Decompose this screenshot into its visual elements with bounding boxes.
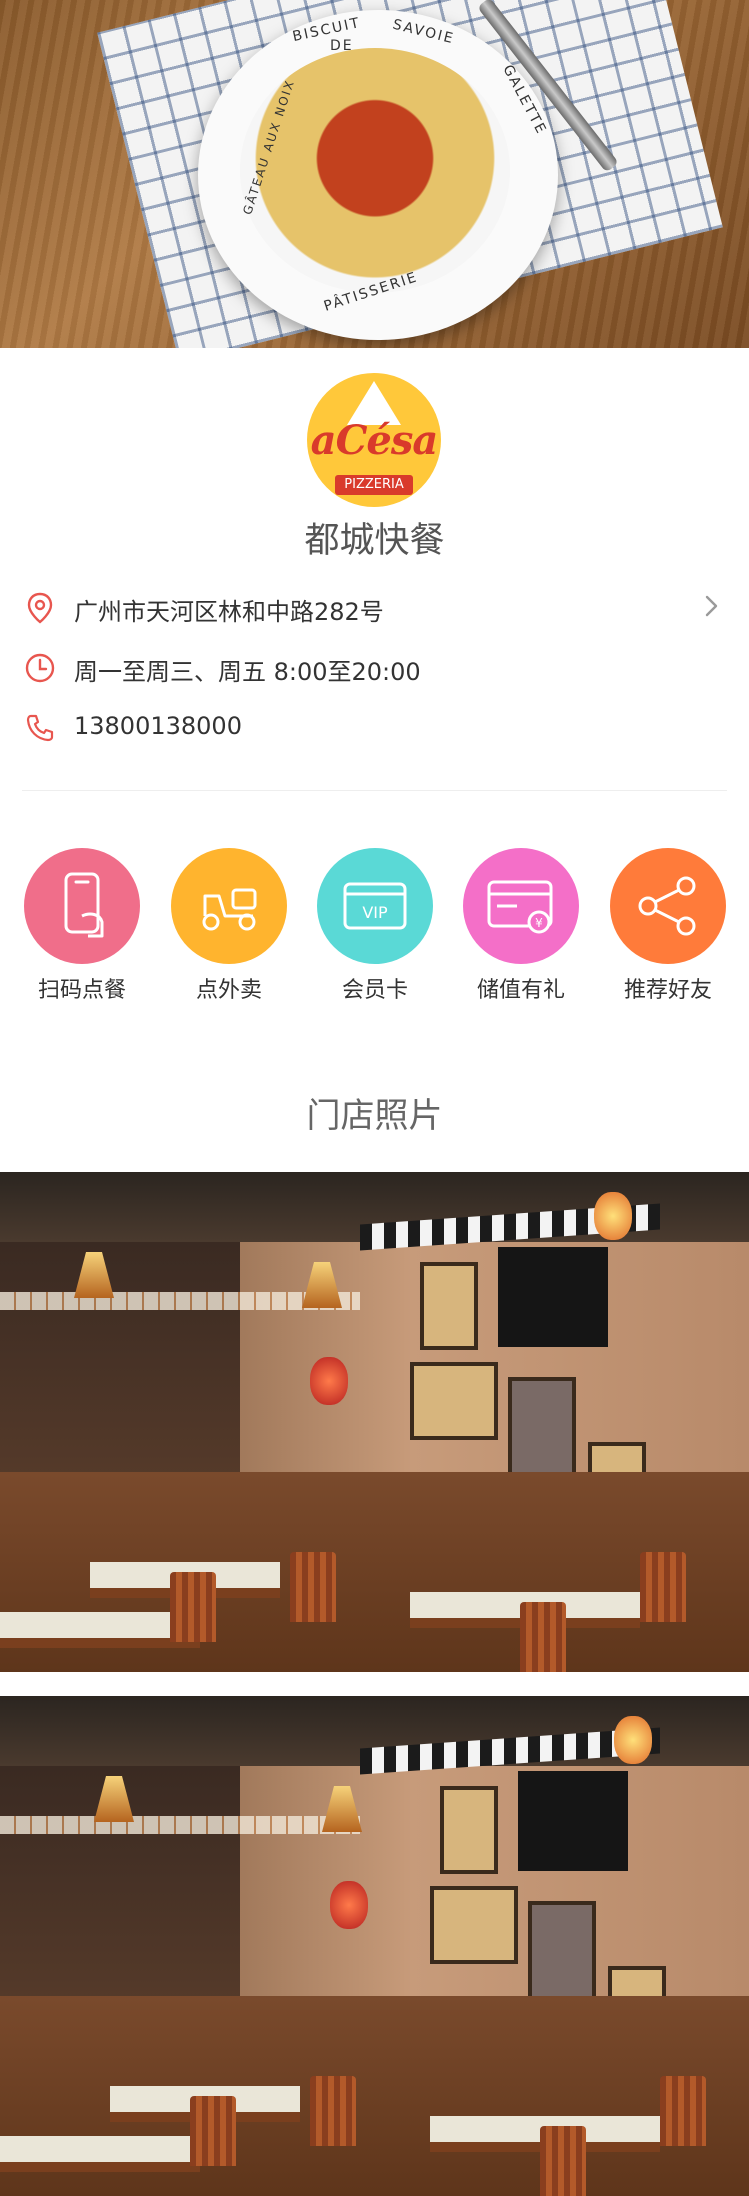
address-row[interactable]: 广州市天河区林和中路282号 [0,580,749,636]
feature-label: 会员卡 [341,978,408,1003]
location-pin-icon [27,592,53,624]
divider [22,790,727,791]
feature-circle [610,848,726,964]
feature-stored-value[interactable]: ¥ 储值有礼 [448,848,594,1008]
photo-frame [508,1377,576,1485]
store-photo[interactable] [0,1696,749,2196]
photo-lantern [330,1881,368,1929]
feature-circle: VIP [317,848,433,964]
phone-scan-icon [64,872,104,938]
photo-frame [430,1886,518,1964]
feature-circle [24,848,140,964]
photo-bunting [0,1816,360,1834]
phone-row[interactable]: 13800138000 [0,700,749,756]
feature-label: 推荐好友 [623,978,712,1003]
vip-text: VIP [362,903,388,922]
photo-chair [640,1552,686,1622]
store-logo: aCésa PIZZERIA [307,373,441,507]
photo-chair [520,1602,566,1672]
photo-tv [518,1771,628,1871]
vip-card-icon: VIP [343,882,407,930]
phone-icon [26,714,54,742]
scooter-icon [202,888,257,931]
logo-brand-text: aCésa [310,417,439,464]
photo-chair [660,2076,706,2146]
feature-label: 储值有礼 [476,978,565,1003]
clock-icon [25,653,55,683]
chevron-right-icon [705,595,718,617]
gift-card-icon: ¥ [487,880,553,934]
yen-text: ¥ [535,916,543,930]
store-page: BISCUIT DE SAVOIE GALETTE PÂTISSERIE GÂT… [0,0,749,2196]
photo-lantern [594,1192,632,1240]
feature-recommend-friends[interactable]: 推荐好友 [595,848,741,1008]
logo-subtext: PIZZERIA [335,475,413,495]
photo-chair [170,1572,216,1642]
feature-circle: ¥ [463,848,579,964]
photo-table [0,2136,200,2172]
store-photos-title: 门店照片 [306,1096,443,1136]
photo-chair [310,2076,356,2146]
plate-text: DE [330,38,354,54]
feature-label: 扫码点餐 [37,978,126,1003]
store-photo[interactable] [0,1172,749,1672]
store-hours: 周一至周三、周五 8:00至20:00 [74,658,421,686]
hero-image: BISCUIT DE SAVOIE GALETTE PÂTISSERIE GÂT… [0,0,749,348]
hours-row: 周一至周三、周五 8:00至20:00 [0,640,749,696]
feature-scan-order[interactable]: 扫码点餐 [9,848,155,1008]
photo-lantern [614,1716,652,1764]
share-icon [638,876,696,936]
photo-frame [410,1362,498,1440]
photo-lantern [310,1357,348,1405]
feature-circle [171,848,287,964]
photo-frame [420,1262,478,1350]
photo-frame [440,1786,498,1874]
store-address: 广州市天河区林和中路282号 [74,598,384,626]
feature-takeout[interactable]: 点外卖 [156,848,302,1008]
feature-label: 点外卖 [195,978,262,1003]
photo-chair [540,2126,586,2196]
photo-chair [290,1552,336,1622]
store-name: 都城快餐 [304,521,445,561]
store-phone[interactable]: 13800138000 [74,712,242,740]
photo-tv [498,1247,608,1347]
photo-chair [190,2096,236,2166]
photo-frame [528,1901,596,2009]
feature-member-card[interactable]: VIP 会员卡 [302,848,448,1008]
